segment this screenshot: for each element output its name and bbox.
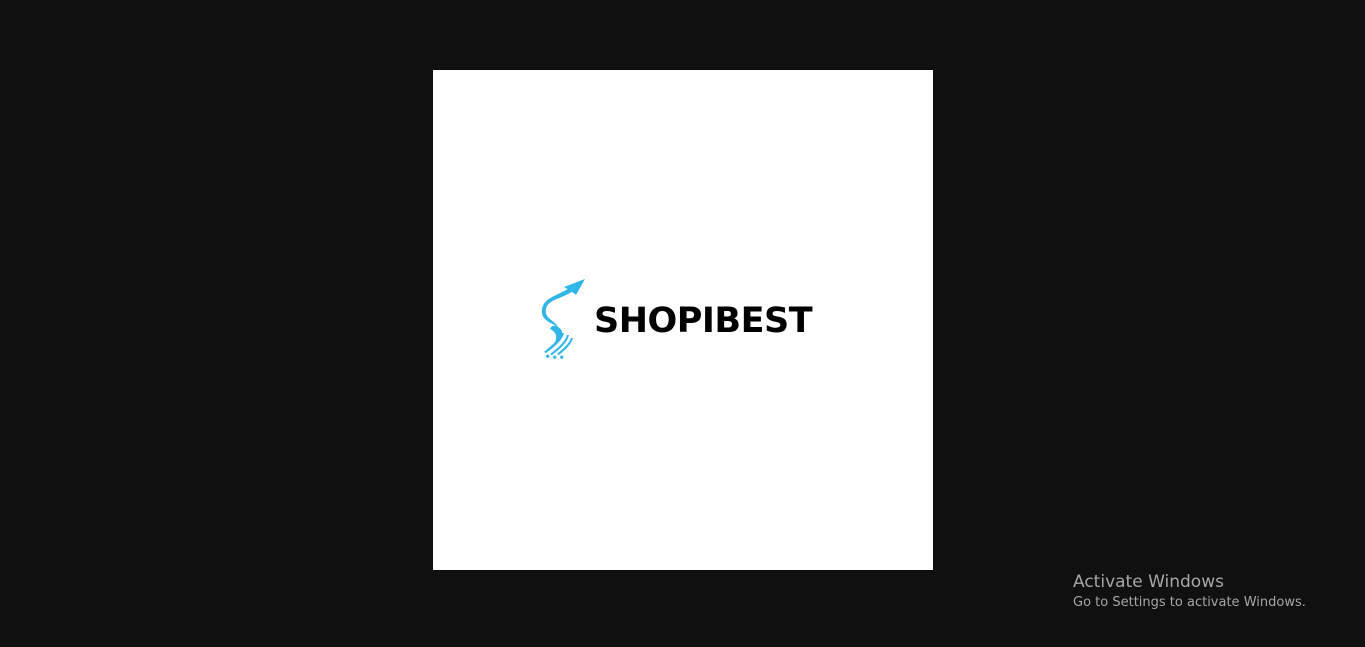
activate-windows-watermark: Activate Windows Go to Settings to activ… <box>1073 570 1306 612</box>
swoosh-arrow-s-icon <box>541 279 585 360</box>
watermark-subtitle: Go to Settings to activate Windows. <box>1073 595 1306 610</box>
brand-name: SHOPIBEST <box>594 301 813 341</box>
shopibest-logo: SHOPIBEST <box>538 275 828 365</box>
logo-image: SHOPIBEST <box>433 70 933 570</box>
image-viewer: SHOPIBEST Activate Windows Go to Setting… <box>0 0 1365 647</box>
watermark-title: Activate Windows <box>1073 572 1224 592</box>
